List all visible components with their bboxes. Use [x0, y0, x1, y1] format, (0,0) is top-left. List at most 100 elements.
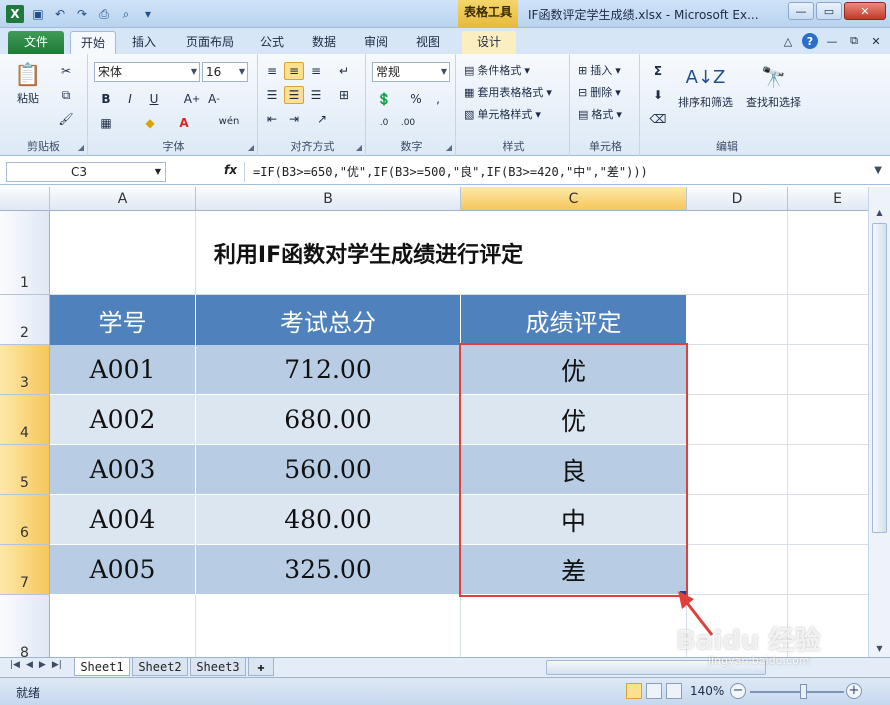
column-header-d[interactable]: D [687, 187, 788, 211]
cell-d4[interactable] [687, 395, 788, 445]
fill-icon[interactable]: ⬇ [648, 86, 668, 104]
row-header-3[interactable]: 3 [0, 345, 50, 395]
cell-e3[interactable] [788, 345, 868, 395]
row-header-4[interactable]: 4 [0, 395, 50, 445]
minimize-ribbon-icon[interactable]: △ [780, 33, 796, 49]
insert-function-icon[interactable]: fx [224, 163, 237, 177]
cell-d5[interactable] [687, 445, 788, 495]
vertical-scrollbar[interactable]: ▲ ▼ [868, 187, 890, 657]
column-header-a[interactable]: A [50, 187, 196, 211]
font-color-icon[interactable]: A [174, 114, 194, 132]
page-layout-view-icon[interactable] [646, 683, 662, 699]
tab-design[interactable]: 设计 [462, 31, 516, 54]
print-icon[interactable]: ⎙ [96, 6, 112, 22]
vertical-scroll-thumb[interactable] [872, 223, 887, 533]
zoom-out-icon[interactable]: − [730, 683, 746, 699]
cell-e5[interactable] [788, 445, 868, 495]
excel-logo-icon[interactable]: X [6, 5, 24, 23]
customize-qat-icon[interactable]: ▾ [140, 6, 156, 22]
cell-d1[interactable] [687, 211, 788, 295]
comma-style-icon[interactable]: , [428, 90, 448, 108]
format-cells-button[interactable]: ▤ 格式 ▾ [578, 106, 622, 122]
font-launcher-icon[interactable]: ◢ [248, 143, 254, 152]
align-center-icon[interactable]: ☰ [284, 86, 304, 104]
cell-d3[interactable] [687, 345, 788, 395]
header-student-id[interactable]: 学号 [50, 295, 196, 345]
row-header-1[interactable]: 1 [0, 211, 50, 295]
decrease-indent-icon[interactable]: ⇤ [262, 110, 282, 128]
print-preview-icon[interactable]: ⌕ [118, 6, 134, 22]
alignment-launcher-icon[interactable]: ◢ [356, 143, 362, 152]
number-format-select[interactable]: 常规 ▼ [372, 62, 450, 82]
table-cell-score[interactable]: 480.00 [196, 495, 461, 545]
font-name-select[interactable]: 宋体 ▼ [94, 62, 200, 82]
increase-indent-icon[interactable]: ⇥ [284, 110, 304, 128]
orientation-icon[interactable]: ↗ [312, 110, 332, 128]
merge-center-icon[interactable]: ⊞ [334, 86, 354, 104]
column-header-c[interactable]: C [461, 187, 687, 211]
doc-close-icon[interactable]: ✕ [868, 33, 884, 49]
sort-filter-button[interactable]: A↓Z 排序和筛选 [678, 62, 733, 110]
increase-decimal-icon[interactable]: .0 [374, 114, 394, 132]
cell-styles-button[interactable]: ▧ 单元格样式 ▾ [464, 106, 541, 122]
table-cell-score[interactable]: 560.00 [196, 445, 461, 495]
select-all-corner[interactable] [0, 187, 50, 211]
sheet-tab-2[interactable]: Sheet2 [132, 658, 188, 676]
worksheet-grid[interactable]: A B C D E 1 2 3 4 5 6 7 8 利用IF函数对学生成绩进行评… [0, 187, 868, 657]
undo-icon[interactable]: ↶ [52, 6, 68, 22]
redo-icon[interactable]: ↷ [74, 6, 90, 22]
align-middle-icon[interactable]: ≡ [284, 62, 304, 80]
zoom-slider-knob[interactable] [800, 684, 807, 699]
format-as-table-button[interactable]: ▦ 套用表格格式 ▾ [464, 84, 552, 100]
row-header-5[interactable]: 5 [0, 445, 50, 495]
tab-data[interactable]: 数据 [302, 31, 346, 54]
grow-font-button[interactable]: A + [182, 90, 202, 108]
cell-c8[interactable] [461, 595, 687, 657]
column-header-e[interactable]: E [788, 187, 868, 211]
close-button[interactable]: ✕ [844, 2, 886, 20]
cell-e7[interactable] [788, 545, 868, 595]
cut-icon[interactable]: ✂ [56, 62, 76, 80]
align-top-icon[interactable]: ≡ [262, 62, 282, 80]
page-break-view-icon[interactable] [666, 683, 682, 699]
sheet-title-cell[interactable]: 利用IF函数对学生成绩进行评定 [50, 211, 687, 295]
header-total-score[interactable]: 考试总分 [196, 295, 461, 345]
copy-icon[interactable]: ⧉ [56, 86, 76, 104]
header-grade[interactable]: 成绩评定 [461, 295, 687, 345]
column-header-b[interactable]: B [196, 187, 461, 211]
doc-minimize-icon[interactable]: — [824, 33, 840, 49]
cell-b8[interactable] [196, 595, 461, 657]
format-painter-icon[interactable]: 🖌 [56, 110, 76, 128]
sheet-tab-1[interactable]: Sheet1 [74, 658, 130, 676]
delete-cells-button[interactable]: ⊟ 删除 ▾ [578, 84, 621, 100]
cell-e2[interactable] [788, 295, 868, 345]
font-size-select[interactable]: 16 ▼ [202, 62, 248, 82]
clipboard-launcher-icon[interactable]: ◢ [78, 143, 84, 152]
conditional-formatting-button[interactable]: ▤ 条件格式 ▾ [464, 62, 530, 78]
cell-d2[interactable] [687, 295, 788, 345]
row-header-7[interactable]: 7 [0, 545, 50, 595]
minimize-button[interactable]: — [788, 2, 814, 20]
cell-d6[interactable] [687, 495, 788, 545]
cell-e6[interactable] [788, 495, 868, 545]
tab-review[interactable]: 审阅 [354, 31, 398, 54]
tab-formulas[interactable]: 公式 [250, 31, 294, 54]
normal-view-icon[interactable] [626, 683, 642, 699]
row-header-8[interactable]: 8 [0, 595, 50, 657]
table-cell-score[interactable]: 680.00 [196, 395, 461, 445]
insert-cells-button[interactable]: ⊞ 插入 ▾ [578, 62, 621, 78]
percent-style-icon[interactable]: % [406, 90, 426, 108]
doc-restore-icon[interactable]: ⧉ [846, 33, 862, 49]
align-right-icon[interactable]: ☰ [306, 86, 326, 104]
maximize-button[interactable]: ▭ [816, 2, 842, 20]
fill-color-icon[interactable]: ◆ [140, 114, 160, 132]
cell-a8[interactable] [50, 595, 196, 657]
row-header-2[interactable]: 2 [0, 295, 50, 345]
autosum-icon[interactable]: Σ [648, 62, 668, 80]
paste-button[interactable]: 📋 粘贴 [14, 60, 42, 106]
phonetic-button[interactable]: wén [214, 112, 244, 130]
zoom-slider[interactable] [750, 691, 844, 693]
save-icon[interactable]: ▣ [30, 6, 46, 22]
decrease-decimal-icon[interactable]: .00 [398, 114, 418, 132]
zoom-level[interactable]: 140% [690, 684, 724, 698]
